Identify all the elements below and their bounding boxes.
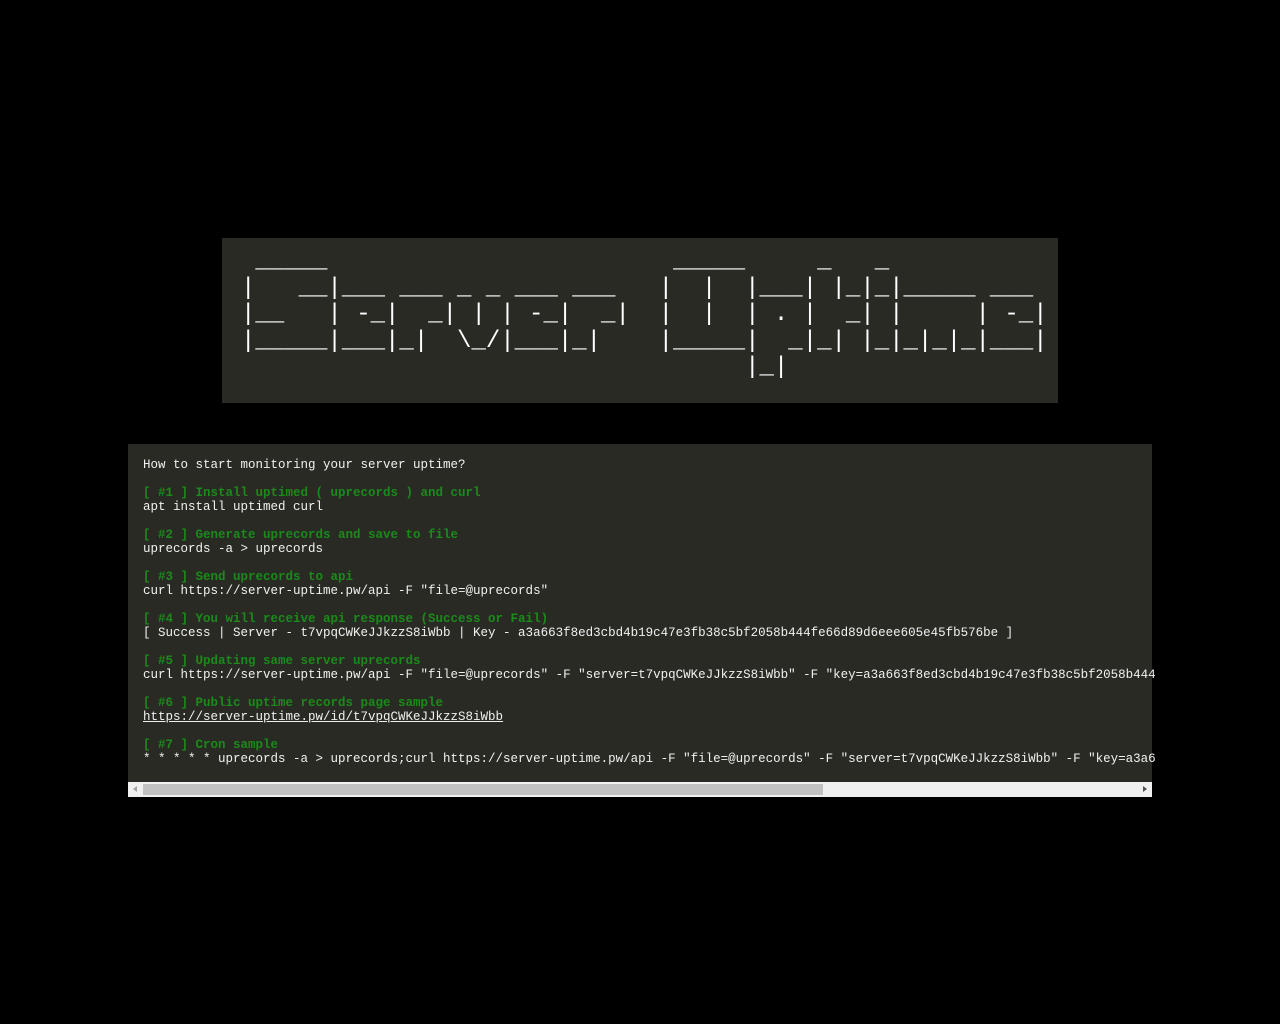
step-4-heading: [ #4 ] You will receive api response (Su… [143, 612, 549, 626]
step-7-heading: [ #7 ] Cron sample [143, 738, 279, 752]
horizontal-scrollbar[interactable] [128, 782, 1152, 797]
step-5-command: curl https://server-uptime.pw/api -F "fi… [143, 668, 1156, 682]
step-6-heading: [ #6 ] Public uptime records page sample [143, 696, 444, 710]
step-5-heading: [ #5 ] Updating same server uprecords [143, 654, 421, 668]
instructions-panel: How to start monitoring your server upti… [128, 444, 1156, 797]
ascii-banner: _____ _____ _ _ | __|___ ___ _ _ ___ ___… [222, 238, 1058, 403]
step-1-heading: [ #1 ] Install uptimed ( uprecords ) and… [143, 486, 481, 500]
step-1-command: apt install uptimed curl [143, 500, 324, 514]
ascii-logo: _____ _____ _ _ | __|___ ___ _ _ ___ ___… [241, 248, 1048, 381]
scroll-right-arrow-icon[interactable] [1137, 782, 1152, 797]
step-2-heading: [ #2 ] Generate uprecords and save to fi… [143, 528, 459, 542]
step-4-response: [ Success | Server - t7vpqCWKeJJkzzS8iWb… [143, 626, 1014, 640]
step-7-command: * * * * * uprecords -a > uprecords;curl … [143, 752, 1156, 766]
scrollbar-thumb[interactable] [143, 784, 823, 795]
step-3-command: curl https://server-uptime.pw/api -F "fi… [143, 584, 549, 598]
instructions-content: How to start monitoring your server upti… [143, 458, 1156, 766]
public-page-link[interactable]: https://server-uptime.pw/id/t7vpqCWKeJJk… [143, 710, 503, 724]
scroll-left-arrow-icon[interactable] [128, 782, 143, 797]
step-2-command: uprecords -a > uprecords [143, 542, 324, 556]
intro-text: How to start monitoring your server upti… [143, 458, 466, 472]
step-3-heading: [ #3 ] Send uprecords to api [143, 570, 354, 584]
